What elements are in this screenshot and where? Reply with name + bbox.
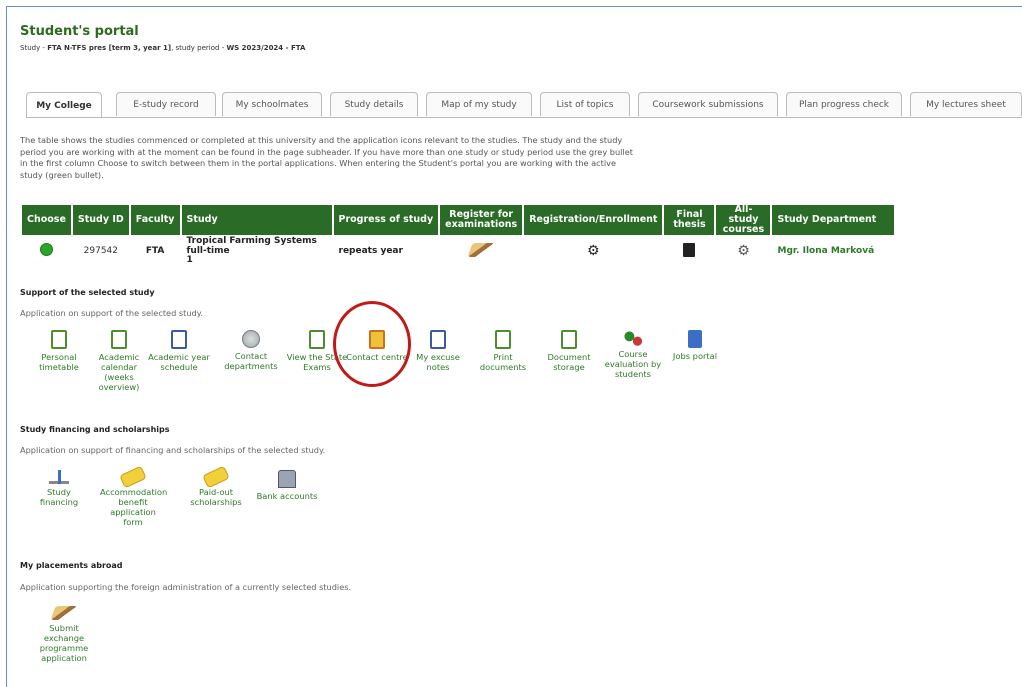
choose-cell[interactable] bbox=[22, 237, 71, 266]
calendar-icon bbox=[111, 330, 127, 349]
faculty-cell: FTA bbox=[145, 246, 165, 257]
state-exams-icon bbox=[309, 330, 325, 349]
subtitle-mid: , study period - bbox=[171, 44, 227, 52]
final-thesis-icon[interactable] bbox=[683, 242, 696, 257]
app-accommodation-benefit[interactable]: Accommodation benefit application form bbox=[100, 465, 168, 527]
final-thesis-cell[interactable] bbox=[664, 237, 714, 266]
col-final-thesis: Final thesis bbox=[664, 205, 715, 235]
col-faculty: Faculty bbox=[130, 205, 180, 235]
app-course-evaluation[interactable]: Course evaluation by students bbox=[602, 330, 664, 379]
app-label: Academic year schedule bbox=[148, 352, 210, 372]
study-id-cell: 297542 bbox=[83, 246, 118, 257]
app-label: Accommodation benefit application form bbox=[100, 487, 168, 527]
tab-e-study-record[interactable]: E-study record bbox=[116, 92, 216, 116]
tab-divider bbox=[26, 117, 1022, 118]
subtitle-study: FTA N-TFS pres [term 3, year 1] bbox=[47, 44, 172, 52]
page-subtitle: Study - FTA N-TFS pres [term 3, year 1],… bbox=[20, 44, 305, 52]
registration-icon[interactable]: ⚙ bbox=[587, 243, 600, 259]
app-label: Academic calendar (weeks overview) bbox=[98, 352, 140, 392]
tab-map-of-my-study[interactable]: Map of my study bbox=[426, 92, 532, 116]
app-label: Bank accounts bbox=[256, 491, 318, 501]
timetable-icon bbox=[51, 330, 67, 349]
highlight-circle bbox=[333, 301, 411, 387]
app-personal-timetable[interactable]: Personal timetable bbox=[28, 330, 90, 372]
table-header-row: Choose Study ID Faculty Study Progress o… bbox=[22, 205, 895, 235]
exchange-application-icon bbox=[50, 606, 78, 620]
col-registration: Registration/Enrollment bbox=[524, 205, 663, 235]
app-document-storage[interactable]: Document storage bbox=[538, 330, 600, 372]
financing-heading: Study financing and scholarships bbox=[20, 425, 170, 434]
tab-coursework-submissions[interactable]: Coursework submissions bbox=[638, 92, 778, 116]
app-jobs-portal[interactable]: Jobs portal bbox=[664, 330, 726, 361]
tab-study-details[interactable]: Study details bbox=[330, 92, 418, 116]
financing-icon bbox=[49, 470, 69, 484]
active-study-bullet-icon[interactable] bbox=[39, 243, 53, 257]
page-title: Student's portal bbox=[20, 24, 139, 39]
tab-my-college[interactable]: My College bbox=[26, 92, 102, 118]
app-label: Jobs portal bbox=[672, 351, 718, 361]
col-progress: Progress of study bbox=[333, 205, 439, 235]
jobs-icon bbox=[688, 330, 702, 348]
progress-cell: repeats year bbox=[338, 246, 403, 257]
tab-my-lectures-sheet[interactable]: My lectures sheet bbox=[910, 92, 1022, 116]
table-row: 297542 FTA Tropical Farming Systems full… bbox=[22, 236, 894, 266]
app-label: My excuse notes bbox=[416, 352, 460, 372]
study-year: 1 bbox=[186, 255, 193, 265]
app-academic-year-schedule[interactable]: Academic year schedule bbox=[148, 330, 210, 372]
app-label: Contact departments bbox=[224, 351, 278, 371]
intro-text: The table shows the studies commenced or… bbox=[20, 135, 633, 180]
app-submit-exchange-application[interactable]: Submit exchange programme application bbox=[34, 606, 94, 663]
app-bank-accounts[interactable]: Bank accounts bbox=[256, 470, 318, 501]
app-label: Document storage bbox=[547, 352, 591, 372]
app-my-excuse-notes[interactable]: My excuse notes bbox=[408, 330, 468, 372]
document-storage-icon bbox=[561, 330, 577, 349]
register-exams-cell[interactable] bbox=[440, 237, 522, 266]
support-desc: Application on support of the selected s… bbox=[20, 308, 204, 318]
excuse-notes-icon bbox=[430, 330, 446, 349]
contact-departments-icon bbox=[242, 330, 260, 348]
col-study-id: Study ID bbox=[72, 205, 129, 235]
subtitle-prefix: Study - bbox=[20, 44, 48, 52]
app-label: Personal timetable bbox=[39, 352, 79, 372]
abroad-desc: Application supporting the foreign admin… bbox=[20, 582, 352, 592]
department-cell[interactable]: Mgr. Ilona Marková bbox=[772, 237, 894, 266]
app-paid-out-scholarships[interactable]: Paid-out scholarships bbox=[182, 465, 250, 507]
financing-desc: Application on support of financing and … bbox=[20, 445, 326, 455]
col-choose: Choose bbox=[22, 205, 71, 235]
app-label: Study financing bbox=[39, 487, 79, 507]
all-study-courses-cell[interactable]: ⚙ bbox=[716, 237, 770, 266]
col-study-department: Study Department bbox=[772, 205, 895, 235]
app-label: Print documents bbox=[479, 352, 527, 372]
tab-my-schoolmates[interactable]: My schoolmates bbox=[222, 92, 322, 116]
study-cell: Tropical Farming Systems full-time 1 bbox=[182, 236, 332, 266]
abroad-heading: My placements abroad bbox=[20, 561, 123, 570]
print-icon bbox=[495, 330, 511, 349]
all-study-courses-icon[interactable]: ⚙ bbox=[737, 243, 750, 259]
app-print-documents[interactable]: Print documents bbox=[472, 330, 534, 372]
register-exams-icon[interactable] bbox=[467, 242, 495, 257]
tab-plan-progress-check[interactable]: Plan progress check bbox=[786, 92, 902, 116]
tab-list-of-topics[interactable]: List of topics bbox=[540, 92, 630, 116]
tab-bar: My College E-study record My schoolmates… bbox=[26, 92, 1022, 118]
schedule-icon bbox=[171, 330, 187, 349]
app-label: Paid-out scholarships bbox=[190, 487, 242, 507]
subtitle-period: WS 2023/2024 - FTA bbox=[226, 44, 306, 52]
app-label: Submit exchange programme application bbox=[39, 623, 89, 663]
col-all-study-courses: All-study courses bbox=[716, 205, 771, 235]
app-study-financing[interactable]: Study financing bbox=[28, 470, 90, 507]
evaluation-icon bbox=[624, 330, 642, 346]
col-register-exams: Register for examinations bbox=[440, 205, 523, 235]
app-academic-calendar[interactable]: Academic calendar (weeks overview) bbox=[88, 330, 150, 392]
study-form: full-time bbox=[186, 245, 230, 256]
studies-table: Choose Study ID Faculty Study Progress o… bbox=[20, 203, 896, 268]
registration-cell[interactable]: ⚙ bbox=[524, 237, 662, 266]
app-contact-departments[interactable]: Contact departments bbox=[220, 330, 282, 371]
bank-icon bbox=[278, 470, 296, 488]
col-study: Study bbox=[181, 205, 332, 235]
app-label: Course evaluation by students bbox=[604, 349, 662, 379]
support-heading: Support of the selected study bbox=[20, 288, 155, 297]
